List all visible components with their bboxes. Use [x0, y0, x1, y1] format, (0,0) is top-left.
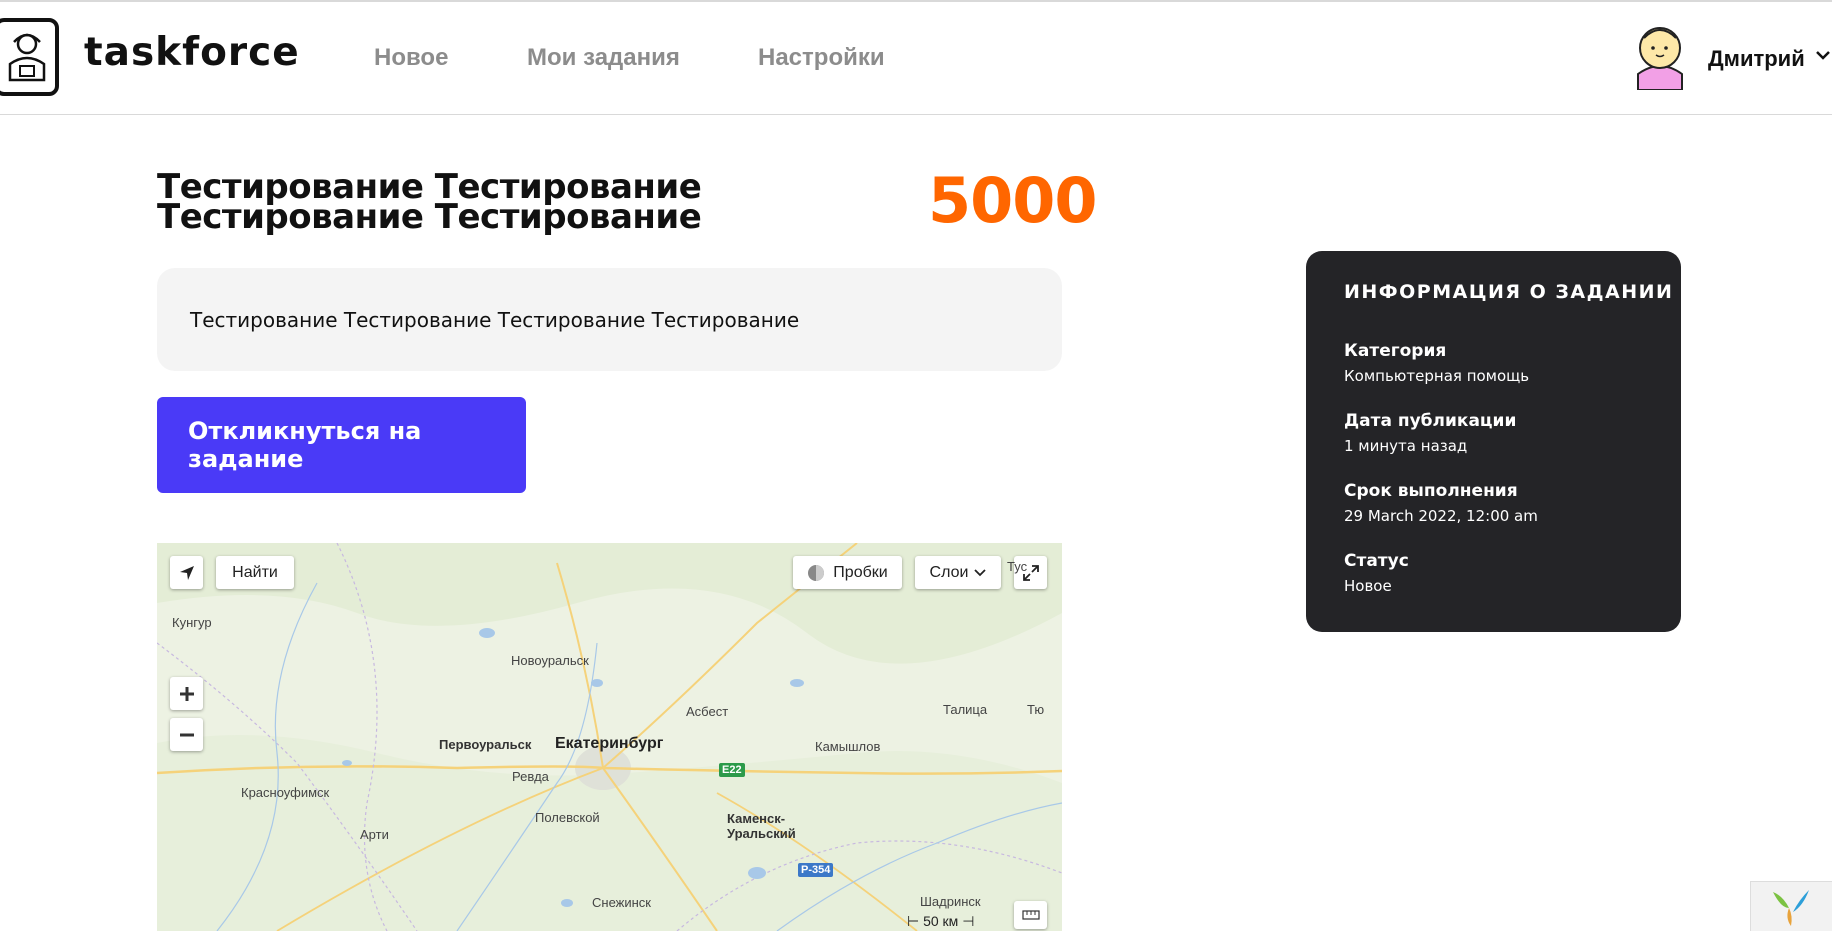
zoom-in-button[interactable] [170, 677, 203, 710]
map-label-ekaterinburg: Екатеринбург [555, 735, 664, 752]
yii-logo-icon [1773, 890, 1809, 926]
traffic-label: Пробки [833, 563, 888, 581]
brand-name[interactable]: taskforce [84, 30, 300, 75]
info-status: Статус Новое [1344, 551, 1409, 595]
ruler-button[interactable] [1014, 901, 1047, 929]
map-scale-bar-left: ⊢ [907, 913, 920, 929]
yii-debug-toolbar[interactable] [1750, 881, 1832, 931]
zoom-out-button[interactable] [170, 718, 203, 751]
user-name[interactable]: Дмитрий [1708, 46, 1805, 72]
task-title: Тестирование Тестирование Тестирование Т… [157, 167, 702, 237]
chevron-down-icon [974, 568, 987, 576]
map-label-revda: Ревда [512, 769, 549, 784]
plus-icon [179, 686, 194, 701]
task-map[interactable]: Найти Пробки Слои Кунгур Новоуральск Асб… [157, 543, 1062, 931]
task-description-text: Тестирование Тестирование Тестирование Т… [190, 308, 800, 332]
avatar[interactable] [1632, 24, 1688, 91]
map-label-kamyshlov: Камышлов [815, 739, 881, 754]
map-label-asbest: Асбест [686, 704, 729, 719]
info-category-label: Категория [1344, 341, 1447, 361]
map-scale-label: 50 км [923, 913, 959, 929]
info-category-value: Компьютерная помощь [1344, 367, 1530, 385]
map-scale-bar-right: ⊣ [962, 913, 975, 929]
map-label-pervouralsk: Первоуральск [439, 737, 532, 752]
info-status-value: Новое [1344, 577, 1392, 595]
layers-label: Слои [929, 563, 969, 581]
info-status-label: Статус [1344, 551, 1409, 571]
respond-button[interactable]: Откликнуться на задание [157, 397, 526, 493]
info-published-value: 1 минута назад [1344, 437, 1468, 455]
traffic-button[interactable]: Пробки [793, 556, 902, 589]
map-scale: ⊢ 50 км ⊣ [907, 913, 974, 930]
info-published: Дата публикации 1 минута назад [1344, 411, 1516, 455]
info-deadline-label: Срок выполнения [1344, 481, 1518, 501]
nav-my-tasks[interactable]: Мои задания [527, 44, 680, 72]
map-label-kungur: Кунгур [172, 615, 212, 630]
task-info-card: ИНФОРМАЦИЯ О ЗАДАНИИ Категория Компьютер… [1306, 251, 1681, 632]
arrow-location-icon [179, 565, 194, 580]
info-deadline-value: 29 March 2022, 12:00 am [1344, 507, 1538, 525]
nav-new[interactable]: Новое [374, 44, 448, 72]
chevron-down-icon[interactable] [1816, 50, 1830, 60]
layers-button[interactable]: Слои [915, 556, 1001, 589]
map-label-snezhinsk: Снежинск [592, 895, 651, 910]
traffic-icon [808, 564, 825, 581]
map-label-krasnoufimsk: Красноуфимск [241, 785, 330, 800]
map-label-tug: Тус [1007, 559, 1028, 574]
info-published-label: Дата публикации [1344, 411, 1517, 431]
site-header: taskforce Новое Мои задания Настройки Дм… [0, 2, 1832, 115]
map-label-polevskoy: Полевской [535, 810, 600, 825]
geolocation-button[interactable] [170, 556, 203, 589]
map-find-button[interactable]: Найти [216, 556, 294, 589]
info-category: Категория Компьютерная помощь [1344, 341, 1529, 385]
map-label-shadrinsk: Шадринск [920, 894, 981, 909]
task-price: 5000 [928, 164, 1098, 237]
info-deadline: Срок выполнения 29 March 2022, 12:00 am [1344, 481, 1538, 525]
minus-icon [179, 733, 194, 736]
map-label-kamensk: Каменск- Уральский [727, 811, 796, 841]
logo-icon[interactable] [0, 18, 59, 96]
info-card-title: ИНФОРМАЦИЯ О ЗАДАНИИ [1344, 281, 1674, 303]
map-label-arti: Арти [360, 827, 389, 842]
map-label-tyu: Тю [1027, 702, 1045, 717]
map-label-novouralsk: Новоуральск [511, 653, 589, 668]
ruler-icon [1021, 910, 1040, 920]
road-sign-p354: Р-354 [798, 863, 834, 877]
map-label-talitsa: Талица [943, 702, 988, 717]
nav-settings[interactable]: Настройки [758, 44, 885, 72]
road-sign-e22: E22 [719, 763, 745, 777]
task-description: Тестирование Тестирование Тестирование Т… [157, 268, 1062, 371]
